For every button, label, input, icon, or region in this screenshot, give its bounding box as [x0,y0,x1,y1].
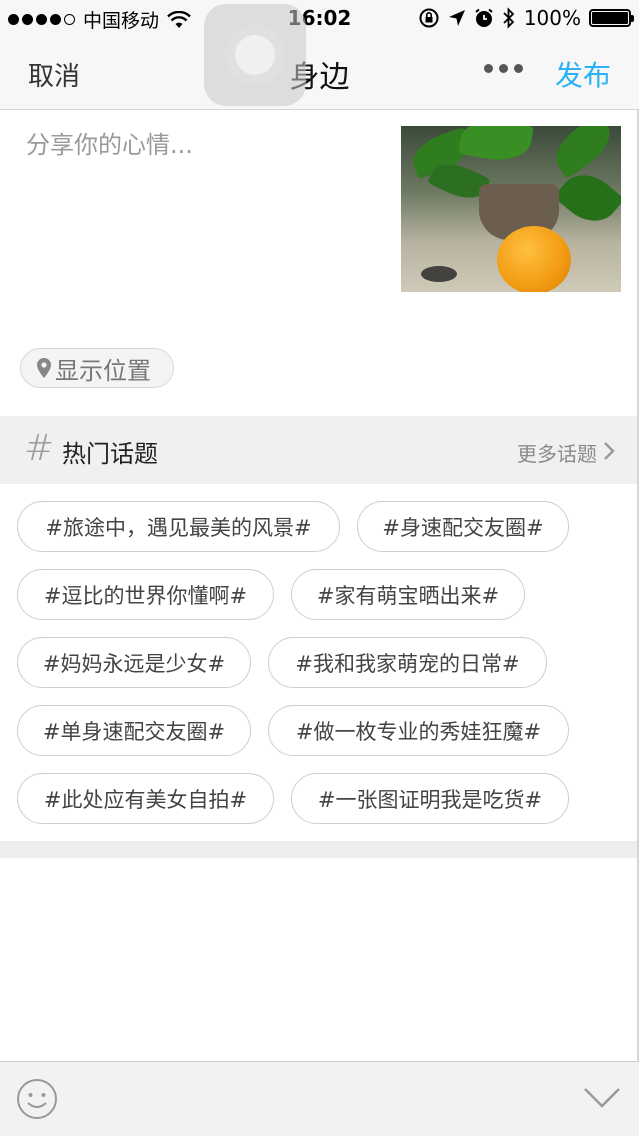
topic-tag[interactable]: #我和我家萌宠的日常# [268,637,547,688]
cancel-button[interactable]: 取消 [28,56,80,93]
compose-post-screen: 中国移动 16:02 100% 取消 身边 发布 分享你的心情... 显示位置 … [0,0,639,1136]
topic-row: #逗比的世界你懂啊# #家有萌宝晒出来# [17,569,525,620]
topic-tag[interactable]: #妈妈永远是少女# [17,637,251,688]
location-arrow-icon [448,10,465,26]
battery-percent: 100% [523,6,581,30]
topic-tag[interactable]: #逗比的世界你懂啊# [17,569,274,620]
bluetooth-icon [503,7,515,29]
topic-tag[interactable]: #单身速配交友圈# [17,705,251,756]
status-bar: 中国移动 16:02 100% [0,0,639,40]
topic-tag-list: #旅途中，遇见最美的风景# #身速配交友圈# #逗比的世界你懂啊# #家有萌宝晒… [0,484,639,841]
more-topics-link[interactable]: 更多话题 [517,438,597,467]
topic-tag[interactable]: #做一枚专业的秀娃狂魔# [268,705,569,756]
topic-tag[interactable]: #身速配交友圈# [357,501,569,552]
topic-row: #此处应有美女自拍# #一张图证明我是吃货# [17,773,569,824]
show-location-button[interactable]: 显示位置 [20,348,174,388]
status-right: 100% [418,6,634,30]
hot-topics-title: 热门话题 [62,440,158,468]
more-options-icon[interactable] [482,58,525,79]
location-pin-icon [37,358,51,378]
topic-tag[interactable]: #旅途中，遇见最美的风景# [17,501,340,552]
hot-topics-header: # 热门话题 更多话题 [0,416,639,484]
attached-photo[interactable] [401,126,621,292]
compose-area: 显示位置 [0,111,639,416]
smiley-icon[interactable] [16,1078,58,1120]
assistive-touch-button[interactable] [204,4,306,106]
chevron-down-icon[interactable] [583,1086,621,1110]
publish-button[interactable]: 发布 [555,54,611,94]
hashtag-icon: # [24,428,55,469]
page-title: 身边 [289,60,350,95]
chevron-right-icon[interactable] [601,440,617,462]
rotation-lock-icon [419,8,439,28]
topic-row: #单身速配交友圈# #做一枚专业的秀娃狂魔# [17,705,569,756]
topic-tag[interactable]: #一张图证明我是吃货# [291,773,569,824]
topic-row: #妈妈永远是少女# #我和我家萌宠的日常# [17,637,547,688]
nav-bar: 取消 身边 发布 [0,40,639,110]
section-divider [0,841,639,858]
alarm-icon [475,8,493,27]
show-location-label: 显示位置 [55,356,151,385]
topic-row: #旅途中，遇见最美的风景# #身速配交友圈# [17,501,569,552]
topic-tag[interactable]: #家有萌宝晒出来# [291,569,525,620]
bottom-toolbar [0,1061,639,1136]
topic-tag[interactable]: #此处应有美女自拍# [17,773,274,824]
mood-text-input[interactable] [26,125,386,325]
battery-icon [589,9,634,27]
